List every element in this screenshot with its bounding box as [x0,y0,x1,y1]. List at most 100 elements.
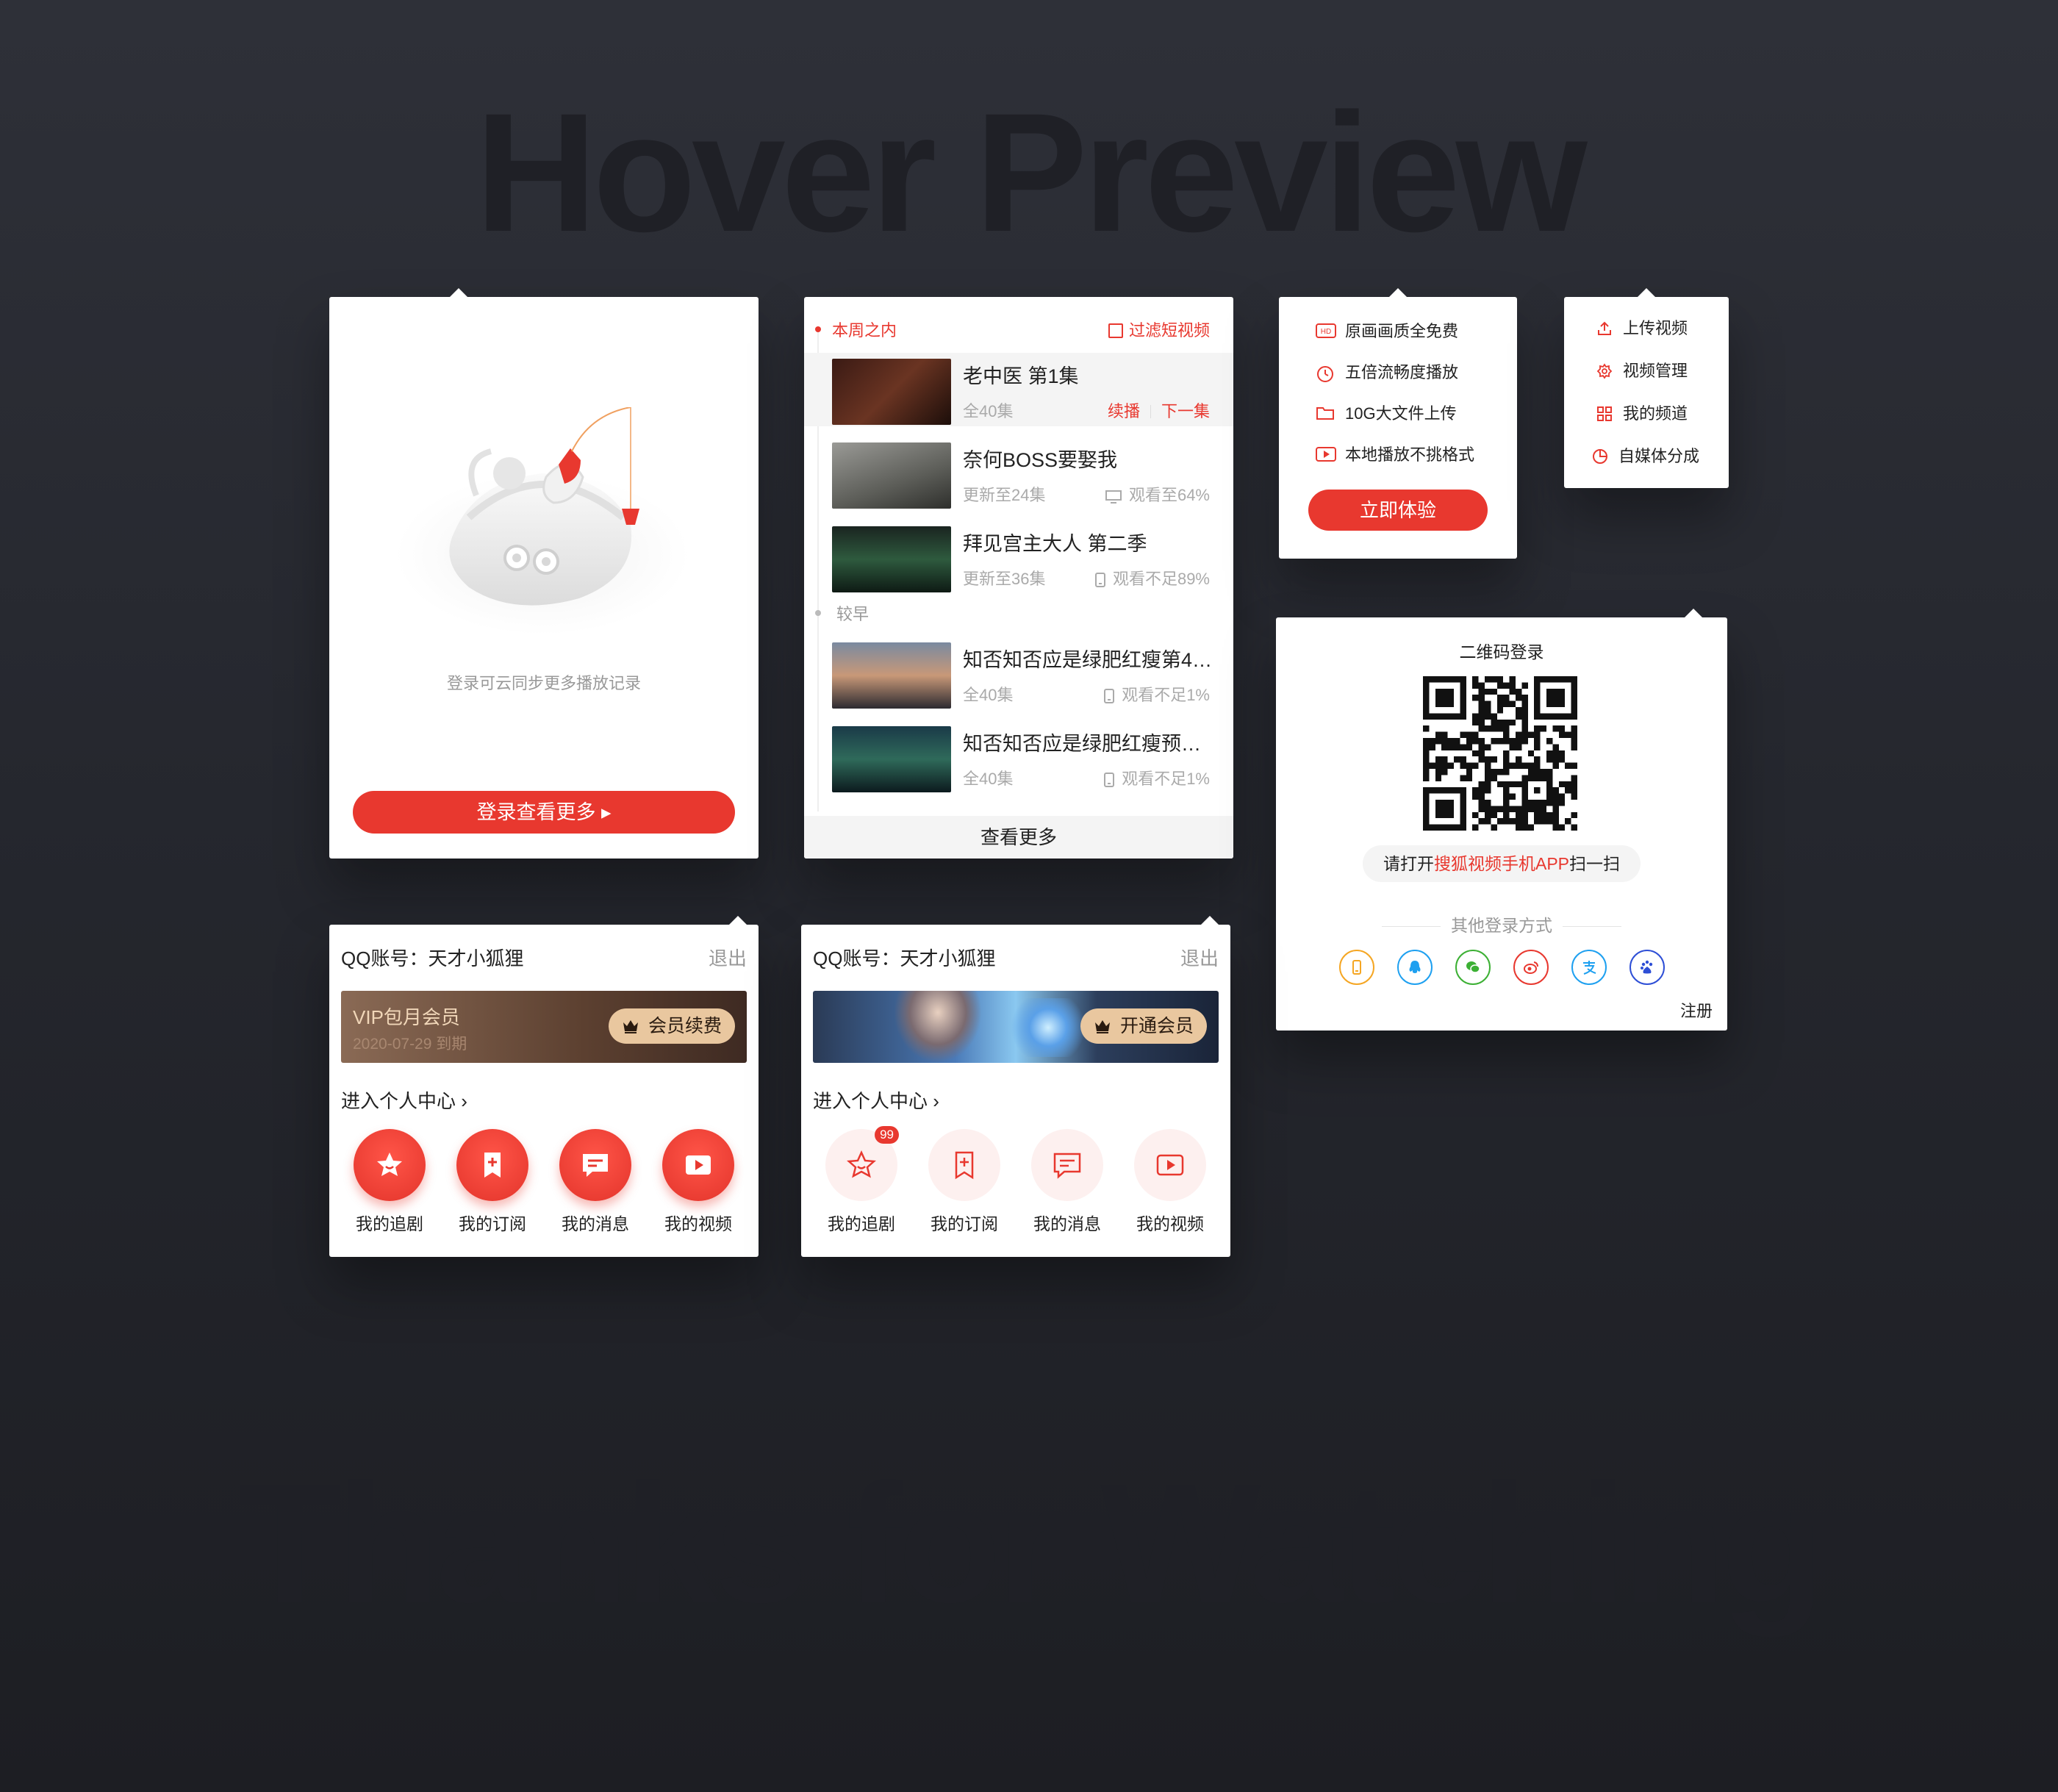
action-my-subscriptions[interactable]: 我的订阅 [448,1129,537,1235]
star-icon [847,1150,876,1178]
popover-arrow [1638,288,1655,297]
section-earlier: 较早 [836,605,870,623]
hd-icon: HD [1316,323,1336,338]
timer-icon [1317,366,1333,382]
video-thumbnail[interactable] [832,526,951,592]
promo-character-image [894,991,982,1063]
action-my-follows[interactable]: 99 我的追剧 [817,1126,906,1235]
quick-actions: 我的追剧 我的订阅 我的消息 我的视频 [329,1129,759,1239]
divider [1150,405,1151,418]
action-my-follows[interactable]: 我的追剧 [345,1129,434,1235]
video-title[interactable]: 拜见宫主大人 第二季 [963,528,1220,556]
video-play-icon [686,1155,711,1175]
pie-icon [1593,449,1607,464]
history-item[interactable]: 知否知否应是绿肥红瘦第44集 全40集 观看不足1% [804,637,1233,710]
video-title[interactable]: 知否知否应是绿肥红瘦预告… [963,728,1220,756]
phone-icon [1094,573,1105,587]
creator-menu-popover: 上传视频 视频管理 我的频道 自媒体分成 [1564,288,1729,488]
login-view-more-button[interactable]: 登录查看更多 ▸ [353,791,735,834]
monitor-icon [1105,490,1122,503]
vip-promo-banner[interactable]: 开通会员 [813,991,1219,1063]
episode-count: 全40集 [963,770,1014,788]
vip-benefits-popover: HD 原画画质全免费 五倍流畅度播放 10G大文件上传 本地播放不挑格式 立即体… [1279,288,1517,559]
video-title[interactable]: 知否知否应是绿肥红瘦第44集 [963,644,1220,673]
alipay-icon [1583,961,1596,975]
action-my-messages[interactable]: 我的消息 [1023,1129,1111,1235]
wechat-login-button[interactable] [1455,950,1491,985]
logout-button[interactable]: 退出 [1180,944,1219,971]
video-play-icon [1156,1154,1184,1176]
alipay-login-button[interactable] [1571,950,1607,985]
vip-plan-name: VIP包月会员 [353,1006,460,1028]
filter-label: 过滤短视频 [1128,321,1210,340]
other-login-methods-label: 其他登录方式 [1276,911,1727,936]
video-thumbnail[interactable] [832,359,951,425]
user-vip-popover: QQ账号：天才小狐狸 退出 VIP包月会员 2020-07-29 到期 会员续费… [329,916,759,1257]
try-now-button[interactable]: 立即体验 [1308,490,1488,531]
history-item[interactable]: 拜见宫主大人 第二季 更新至36集 观看不足89% [804,520,1233,594]
bookmark-plus-icon [955,1151,974,1180]
episode-count: 更新至36集 [963,570,1046,588]
history-item[interactable]: 奈何BOSS要娶我 更新至24集 观看至64% [804,437,1233,510]
action-my-messages[interactable]: 我的消息 [551,1129,639,1235]
qq-login-button[interactable] [1397,950,1433,985]
quick-actions: 99 我的追剧 我的订阅 我的消息 我的视频 [801,1126,1230,1239]
qr-scan-tip: 请打开搜狐视频手机APP扫一扫 [1363,845,1641,882]
see-more-button[interactable]: 查看更多 [804,816,1233,859]
gear-icon [1596,363,1613,379]
timeline-dot-recent [815,326,821,332]
phone-login-button[interactable] [1339,950,1374,985]
hover-preview-heading: Hover Preview [475,78,1587,267]
weibo-login-button[interactable] [1513,950,1549,985]
baidu-login-button[interactable] [1629,950,1665,985]
personal-center-link[interactable]: 进入个人中心 › [341,1086,467,1114]
next-episode-link[interactable]: 下一集 [1161,402,1210,420]
chevron-right-icon: › [933,1090,939,1112]
video-thumbnail[interactable] [832,642,951,709]
watch-progress: 观看不足89% [1112,570,1210,588]
star-icon [377,1153,402,1176]
action-my-subscriptions[interactable]: 我的订阅 [920,1129,1008,1235]
crown-icon [623,1020,638,1033]
action-my-videos[interactable]: 我的视频 [1126,1129,1214,1235]
popover-arrow [1201,916,1219,925]
video-thumbnail[interactable] [832,726,951,792]
upload-icon [1598,321,1611,335]
open-vip-button[interactable]: 开通会员 [1080,1008,1207,1044]
qr-code [1423,676,1577,831]
popover-arrow [1389,288,1407,297]
bookmark-plus-icon [484,1153,501,1178]
episode-count: 更新至24集 [963,486,1046,504]
video-thumbnail[interactable] [832,442,951,509]
history-item[interactable]: 知否知否应是绿肥红瘦预告… 全40集 观看不足1% [804,720,1233,794]
personal-center-link[interactable]: 进入个人中心 › [813,1086,939,1114]
account-name: QQ账号：天才小狐狸 [341,947,524,970]
phone-icon [1104,773,1115,787]
episode-count: 全40集 [963,402,1014,420]
folder-icon [1316,407,1334,420]
play-box-icon [1316,447,1336,462]
history-item[interactable]: 老中医 第1集 全40集 续播 下一集 [804,353,1233,426]
baidu-icon [1641,960,1653,974]
popover-arrow [1685,609,1702,617]
qr-login-popover: 二维码登录 请打开搜狐视频手机APP扫一扫 其他登录方式 注册 [1276,609,1727,1031]
fox-mascot-illustration [395,407,689,635]
popover-arrow [450,288,467,297]
grid-icon [1597,406,1612,421]
phone-icon [1104,689,1115,703]
video-title[interactable]: 奈何BOSS要娶我 [963,444,1220,473]
logout-button[interactable]: 退出 [709,944,747,971]
weibo-icon [1524,961,1538,974]
filter-short-videos-checkbox[interactable]: 过滤短视频 [1108,318,1210,341]
qq-icon [1409,961,1421,973]
login-sync-hint: 登录可云同步更多播放记录 [446,674,641,692]
svg-text:HD: HD [1321,328,1331,336]
watch-progress: 观看不足1% [1122,686,1210,704]
user-novip-popover: QQ账号：天才小狐狸 退出 开通会员 进入个人中心 › 99 我的追剧 我的订阅… [801,916,1230,1257]
vip-expiry: 2020-07-29 到期 [353,1036,467,1053]
renew-vip-button[interactable]: 会员续费 [608,1008,735,1044]
register-link[interactable]: 注册 [1680,998,1713,1022]
video-title[interactable]: 老中医 第1集 [963,360,1220,389]
resume-link[interactable]: 续播 [1108,402,1140,420]
action-my-videos[interactable]: 我的视频 [654,1129,742,1235]
